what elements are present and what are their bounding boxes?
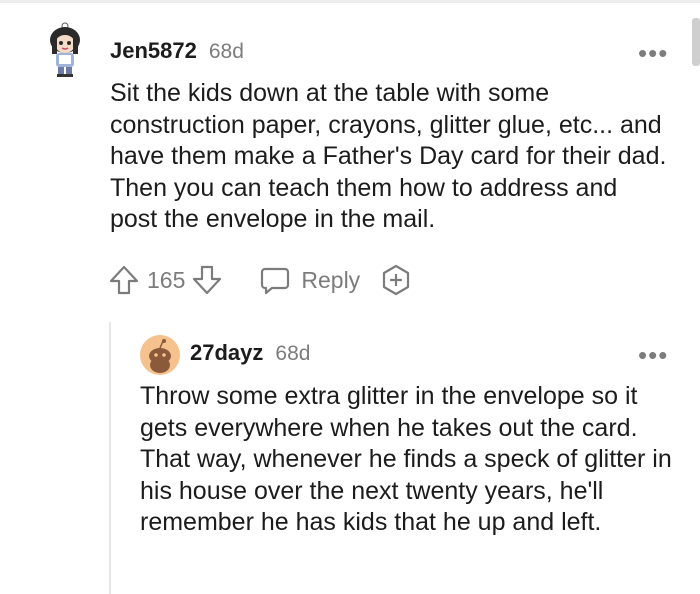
comment-body: Sit the kids down at the table with some… xyxy=(110,79,667,233)
username[interactable]: Jen5872 xyxy=(110,38,197,64)
scrollbar[interactable] xyxy=(692,18,700,66)
award-plus-icon[interactable] xyxy=(380,264,412,296)
more-options-icon[interactable]: ••• xyxy=(638,342,668,368)
snoo-avatar-icon xyxy=(149,339,171,373)
user-avatar[interactable] xyxy=(140,335,180,375)
top-divider xyxy=(0,0,700,3)
user-avatar[interactable] xyxy=(44,22,86,78)
comment-body: Throw some extra glitter in the envelope… xyxy=(140,382,672,536)
more-options-icon[interactable]: ••• xyxy=(638,40,668,66)
thread-line[interactable] xyxy=(109,322,111,594)
upvote-icon[interactable] xyxy=(108,264,140,296)
username[interactable]: 27dayz xyxy=(190,340,263,366)
downvote-icon[interactable] xyxy=(191,264,223,296)
vote-count: 165 xyxy=(147,266,186,293)
reply-button[interactable]: Reply xyxy=(301,267,360,294)
reply-icon[interactable] xyxy=(259,264,291,296)
comment-age: 68d xyxy=(208,40,244,63)
avatar-character-icon xyxy=(50,22,80,77)
comment-age: 68d xyxy=(275,342,311,365)
